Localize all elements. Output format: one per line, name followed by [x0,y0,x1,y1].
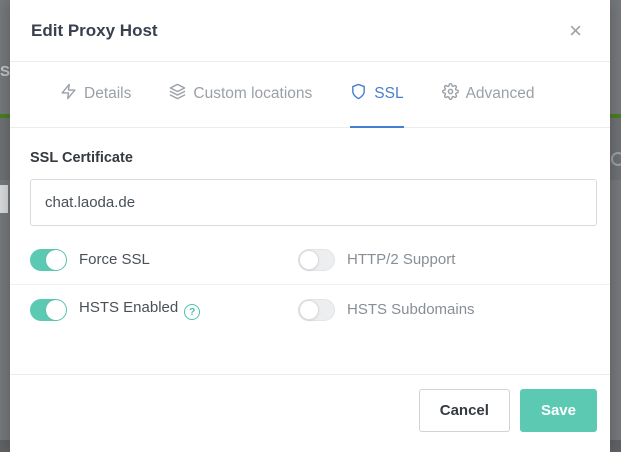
hsts-enabled-toggle[interactable] [30,299,67,321]
http2-toggle[interactable] [298,249,335,271]
cancel-button[interactable]: Cancel [419,389,510,432]
modal-header: Edit Proxy Host × [10,0,610,62]
tab-label: SSL [374,85,403,103]
toggle-knob [46,250,66,270]
force-ssl-field: Force SSL [30,249,298,271]
hsts-subdomains-label: HSTS Subdomains [347,301,475,318]
toggle-row: Force SSL HTTP/2 Support [30,235,597,284]
close-icon[interactable]: × [565,18,586,44]
hsts-enabled-label: HSTS Enabled? [79,299,200,320]
modal-footer: Cancel Save [10,374,610,452]
background-footer-band [610,440,621,452]
zap-icon [60,83,77,105]
hsts-enabled-field: HSTS Enabled? [30,299,298,321]
ssl-certificate-label: SSL Certificate [30,150,597,166]
ssl-panel: SSL Certificate Force SSL HTTP/2 Support… [10,128,610,374]
background-light-box [0,185,8,213]
toggle-knob [299,250,319,270]
http2-label: HTTP/2 Support [347,251,455,268]
save-button[interactable]: Save [520,389,597,432]
background-text-fragment: SI [0,63,10,80]
hsts-subdomains-toggle[interactable] [298,299,335,321]
hsts-subdomains-field: HSTS Subdomains [298,299,475,321]
tab-label: Advanced [466,85,535,103]
modal-tab-bar: Details Custom locations SSL Advanced [10,62,610,128]
tab-details[interactable]: Details [60,62,131,128]
background-page-right-edge [610,0,621,452]
tab-custom-locations[interactable]: Custom locations [169,62,312,128]
tab-ssl[interactable]: SSL [350,62,403,128]
background-search-icon-fragment [611,152,621,166]
help-icon[interactable]: ? [184,304,200,320]
force-ssl-toggle[interactable] [30,249,67,271]
force-ssl-label: Force SSL [79,251,150,268]
gear-icon [442,83,459,105]
toggle-knob [46,300,66,320]
ssl-certificate-input[interactable] [30,179,597,226]
shield-icon [350,83,367,105]
background-row-band [610,118,621,180]
background-footer-band [0,440,10,452]
edit-proxy-host-modal: Edit Proxy Host × Details Custom locatio… [10,0,610,452]
modal-title: Edit Proxy Host [31,21,565,41]
background-page-left-edge: SI [0,0,10,452]
toggle-grid: Force SSL HTTP/2 Support HSTS Enabled? H… [30,235,597,334]
tab-label: Custom locations [193,85,312,103]
toggle-row: HSTS Enabled? HSTS Subdomains [30,285,597,334]
background-row-band [0,118,10,180]
http2-field: HTTP/2 Support [298,249,455,271]
tab-label: Details [84,85,131,103]
toggle-knob [299,300,319,320]
tab-advanced[interactable]: Advanced [442,62,535,128]
layers-icon [169,83,186,105]
